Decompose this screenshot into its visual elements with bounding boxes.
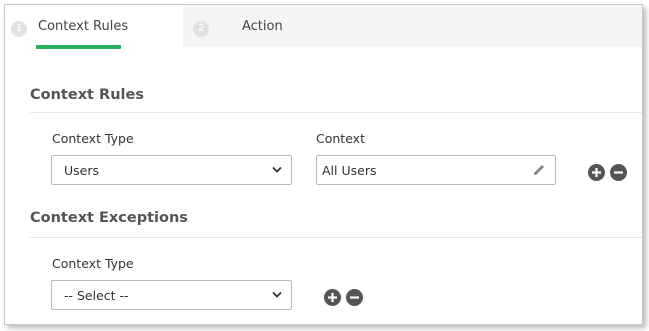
exception-context-type-select[interactable]: -- Select -- [51, 280, 292, 310]
active-tab-indicator [36, 45, 121, 49]
remove-exception-button[interactable] [346, 289, 363, 306]
context-type-select[interactable]: Users [51, 155, 292, 185]
rule-editor-panel: 1 Context Rules 2 Action Context Rules C… [4, 4, 643, 325]
add-exception-button[interactable] [324, 289, 341, 306]
plus-icon [592, 168, 601, 177]
chevron-down-icon [272, 166, 282, 173]
context-exceptions-heading: Context Exceptions [30, 210, 188, 226]
tab-label: Action [242, 19, 283, 34]
exception-context-type-label: Context Type [52, 256, 134, 271]
tab-label: Context Rules [38, 19, 129, 34]
section-divider [30, 237, 642, 238]
tab-context-rules[interactable]: 1 Context Rules [5, 5, 183, 49]
context-label: Context [316, 131, 365, 146]
tab-action[interactable]: 2 Action [183, 5, 642, 47]
context-value: All Users [322, 163, 377, 178]
minus-icon [614, 171, 623, 174]
section-divider [30, 112, 642, 113]
exception-context-type-value: -- Select -- [64, 288, 129, 303]
wizard-tab-bar: 1 Context Rules 2 Action [5, 5, 642, 49]
context-type-label: Context Type [52, 131, 134, 146]
minus-icon [350, 296, 359, 299]
step-number-badge: 1 [11, 21, 27, 37]
plus-icon [328, 293, 337, 302]
remove-context-button[interactable] [610, 164, 627, 181]
pencil-icon[interactable] [532, 163, 546, 177]
chevron-down-icon [272, 291, 282, 298]
context-type-value: Users [64, 163, 100, 178]
context-input[interactable]: All Users [316, 155, 556, 185]
context-rules-heading: Context Rules [30, 87, 144, 103]
step-number-badge: 2 [193, 21, 209, 37]
add-context-button[interactable] [588, 164, 605, 181]
